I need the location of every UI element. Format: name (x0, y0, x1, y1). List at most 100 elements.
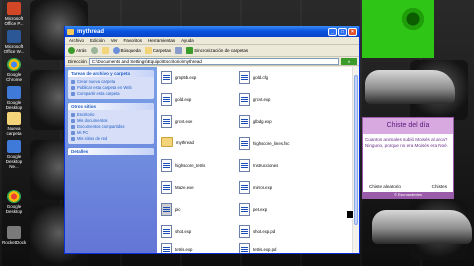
sync-button[interactable]: Sincronización de carpetas (186, 47, 248, 54)
desktop-icon-google-desktop[interactable]: Google Desktop (2, 86, 26, 110)
joke-text: Cuantos animales subió Moisés al arca? N… (365, 137, 448, 148)
folder-item[interactable]: mythread (161, 137, 233, 147)
sync-icon (186, 47, 194, 54)
document-icon (239, 93, 250, 106)
window-titlebar[interactable]: mythread _ □ × (65, 26, 359, 37)
new-folder-icon (71, 80, 75, 84)
file-item[interactable]: Maze.exe (161, 181, 233, 194)
document-icon (239, 137, 250, 150)
file-name: highscore_lines.fsc (253, 141, 290, 146)
wallpaper-car (365, 70, 455, 104)
task-share-folder[interactable]: Compartir esta carpeta (71, 91, 151, 97)
minimize-button[interactable]: _ (328, 27, 337, 36)
file-name: shot.exp (175, 229, 192, 234)
menu-archivo[interactable]: Archivo (69, 38, 84, 43)
desktop-icon-label: Microsoft Office P... (4, 16, 24, 26)
desktop-icon-label: Microsoft Office W... (3, 44, 25, 54)
file-item[interactable]: pic (161, 203, 233, 216)
menu-ayuda[interactable]: Ayuda (181, 38, 194, 43)
joke-widget: Chiste del día Cuantos animales subió Mo… (362, 117, 454, 199)
desktop-icon-new-folder[interactable]: Nueva carpeta (2, 112, 26, 136)
mouse-cursor (346, 210, 354, 219)
file-item[interactable]: pet.exp (239, 203, 311, 216)
close-button[interactable]: × (348, 27, 357, 36)
menu-edicion[interactable]: Edición (90, 38, 105, 43)
file-name: mythread (176, 139, 194, 145)
desktop-icon-google-desktop-2[interactable]: Google Desktop (2, 190, 26, 214)
file-item[interactable]: tetris.exp.pd (239, 243, 311, 253)
desktop-icon-word[interactable]: Microsoft Office W... (2, 30, 26, 54)
folders-icon (144, 47, 152, 54)
file-item[interactable]: glbdg.exp (239, 115, 311, 128)
desktop-icon-rocketdock[interactable]: RocketDock (2, 226, 26, 245)
scrollbar-thumb[interactable] (354, 75, 358, 225)
views-button[interactable] (175, 47, 183, 54)
menu-favoritos[interactable]: Favoritos (124, 38, 143, 43)
google-desktop-icon (7, 86, 21, 99)
folders-button[interactable]: Carpetas (144, 47, 171, 54)
back-button[interactable]: Atrás (68, 47, 87, 54)
file-item[interactable]: mirror.exp (239, 181, 311, 194)
file-item[interactable]: gmp5b.exp (161, 71, 233, 84)
file-name: glbdg.exp (253, 119, 272, 124)
go-button[interactable]: Ir (341, 57, 357, 65)
file-item[interactable]: shot.exp.pd (239, 225, 311, 238)
file-item[interactable]: grcvt.exp (239, 93, 311, 106)
desktop-icon-label: Nueva carpeta (6, 126, 22, 136)
file-item[interactable]: shot.exp (161, 225, 233, 238)
file-name: gold.cfg (253, 75, 269, 80)
rocketdock-icon (7, 226, 21, 239)
folder-icon (161, 137, 173, 147)
file-item[interactable]: highscore_tetris (161, 159, 233, 172)
address-input[interactable]: C:\Documents and Settings\Equipo\Escrito… (88, 57, 339, 65)
maximize-button[interactable]: □ (338, 27, 347, 36)
place-label: Mis sitios de red (77, 136, 108, 141)
file-item[interactable]: Instrucciones (239, 159, 311, 172)
file-name: Instrucciones (253, 163, 279, 168)
file-item[interactable]: gold.exp (161, 93, 233, 106)
search-button[interactable]: Búsqueda (112, 47, 141, 54)
file-item[interactable]: grcvt.exe (161, 115, 233, 128)
desktop-icon-label: RocketDock (2, 240, 27, 245)
random-joke-link[interactable]: Chiste aleatorio (369, 184, 401, 189)
document-icon (239, 71, 250, 84)
desktop-icon-google-desktop-ne[interactable]: Google Desktop Ne... (2, 140, 26, 169)
forward-arrow-icon (90, 47, 98, 54)
file-name: tetris.exp (175, 247, 193, 252)
desktop-icon-chrome[interactable]: Google Chrome (2, 58, 26, 82)
file-name: shot.exp.pd (253, 229, 276, 234)
details-panel: Detalles (68, 148, 154, 155)
other-places-title[interactable]: Otros sitios (68, 103, 154, 110)
desktop-icon-office[interactable]: Microsoft Office P... (2, 2, 26, 26)
up-button[interactable] (101, 47, 109, 54)
file-item[interactable]: tetris.exp (161, 243, 233, 253)
back-label: Atrás (76, 48, 87, 53)
web-publish-icon (71, 86, 75, 90)
document-icon (161, 159, 172, 172)
menu-ver[interactable]: Ver (111, 38, 118, 43)
jokes-link[interactable]: Chistes (432, 184, 447, 189)
details-title[interactable]: Detalles (68, 148, 154, 155)
file-name: tetris.exp.pd (253, 247, 277, 252)
forward-button[interactable] (90, 47, 98, 54)
address-bar: Dirección C:\Documents and Settings\Equi… (65, 57, 359, 66)
file-tasks-title[interactable]: Tareas de archivo y carpeta (68, 70, 154, 77)
computer-icon (71, 131, 75, 135)
document-icon (161, 93, 172, 106)
file-name: grcvt.exe (175, 119, 193, 124)
documents-icon (71, 119, 75, 123)
explorer-window: mythread _ □ × Archivo Edición Ver Favor… (64, 26, 360, 254)
file-item[interactable]: gold.cfg (239, 71, 311, 84)
image-file-icon (161, 203, 172, 216)
menu-herramientas[interactable]: Herramientas (148, 38, 175, 43)
widget-footer: © Escrowdentes (363, 192, 453, 198)
google-desktop-icon (7, 140, 21, 153)
folder-up-icon (101, 47, 109, 54)
place-network[interactable]: Mis sitios de red (71, 136, 151, 142)
menu-bar: Archivo Edición Ver Favoritos Herramient… (65, 37, 359, 45)
vertical-scrollbar[interactable] (352, 67, 359, 253)
search-label: Búsqueda (120, 48, 141, 53)
document-icon (239, 203, 250, 216)
file-name: grcvt.exp (253, 97, 271, 102)
file-item[interactable]: highscore_lines.fsc (239, 137, 311, 150)
